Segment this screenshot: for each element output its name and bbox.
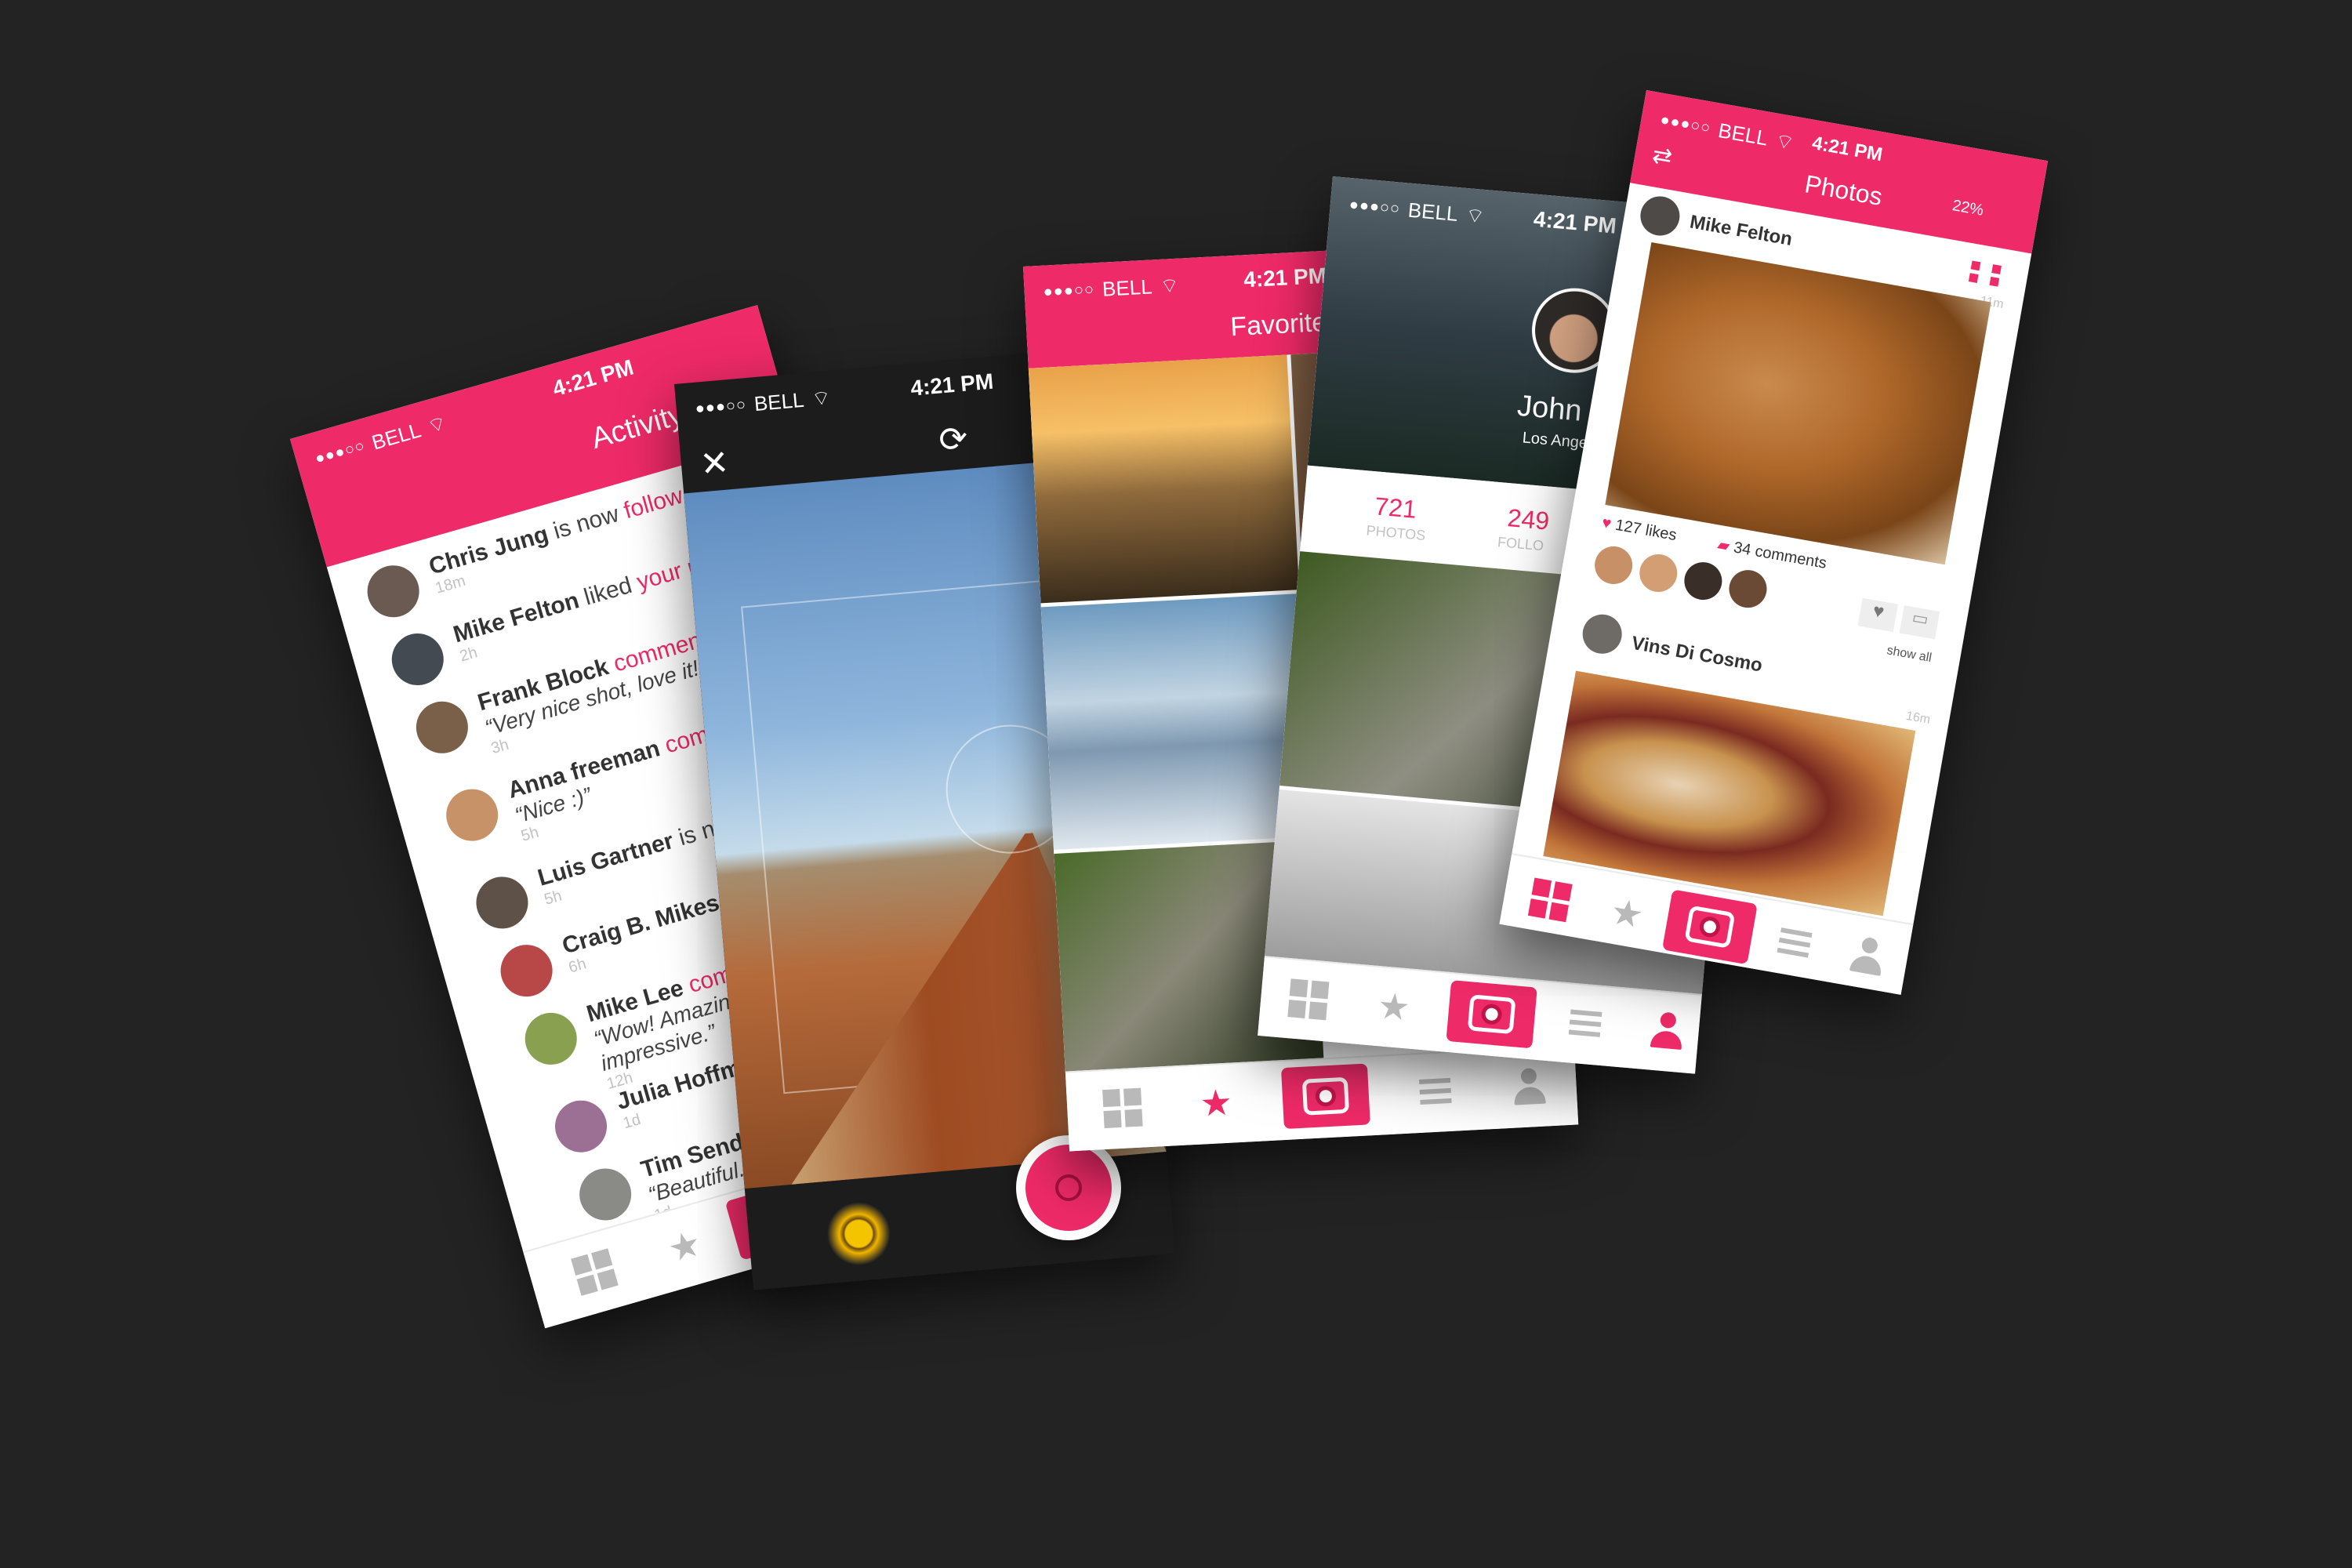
likes-count: 127 likes (1613, 516, 1679, 545)
tab-profile[interactable] (1841, 928, 1896, 983)
followers-label: FOLLO (1497, 534, 1544, 554)
star-icon: ★ (1199, 1081, 1234, 1124)
avatar (440, 782, 505, 848)
grid-icon (1102, 1087, 1143, 1128)
signal-indicator: ●●●○○ (313, 437, 368, 468)
gallery-thumbnail[interactable] (825, 1200, 893, 1268)
wifi-icon: ⌔ (1773, 128, 1797, 155)
close-icon[interactable]: ✕ (699, 442, 731, 485)
avatar (1681, 559, 1726, 603)
status-time: 4:21 PM (550, 354, 637, 401)
signal-indicator: ●●●○○ (1658, 111, 1713, 137)
tab-grid[interactable] (1523, 873, 1577, 927)
photos-label: PHOTOS (1365, 522, 1427, 544)
wifi-icon: ⌔ (424, 410, 450, 439)
wifi-icon: ⌔ (1159, 273, 1180, 298)
grid-icon (1527, 877, 1573, 922)
star-icon: ★ (663, 1221, 706, 1270)
tab-favorites[interactable]: ★ (1600, 886, 1655, 941)
star-icon: ★ (1376, 985, 1412, 1029)
avatar (494, 938, 559, 1003)
carrier-label: BELL (368, 418, 424, 455)
wifi-icon: ⌔ (1465, 203, 1486, 229)
status-time: 4:21 PM (909, 368, 995, 401)
grid-icon (570, 1247, 619, 1296)
grid-view-icon[interactable] (1968, 260, 2010, 288)
filter-icon[interactable]: ⇄ (1650, 141, 1675, 172)
tab-favorites[interactable]: ★ (1369, 981, 1420, 1032)
star-icon: ★ (1607, 890, 1647, 936)
camera-icon (1684, 905, 1736, 949)
camera-icon (1467, 994, 1516, 1035)
comment-icon: ▰ (1715, 535, 1731, 556)
carrier-label: BELL (1716, 118, 1770, 151)
tab-list[interactable] (1767, 916, 1822, 971)
avatar (1636, 551, 1681, 595)
avatar (470, 870, 535, 935)
signal-indicator: ●●●○○ (1348, 196, 1402, 218)
avatar (1637, 193, 1683, 239)
tab-profile[interactable] (1504, 1062, 1554, 1111)
list-icon (1777, 927, 1813, 958)
shutter-button[interactable] (1016, 1135, 1121, 1240)
wifi-icon: ⌔ (811, 385, 832, 411)
tab-camera[interactable] (1446, 980, 1537, 1049)
post-likes[interactable]: ♥ 127 likes (1600, 514, 1678, 545)
followers-count: 249 (1506, 503, 1551, 535)
list-icon (1418, 1077, 1452, 1105)
switch-camera-icon[interactable]: ⟳ (937, 419, 969, 461)
avatar (410, 695, 474, 760)
status-time: 4:21 PM (1243, 263, 1327, 292)
post-time: 16m (1904, 709, 1932, 727)
camera-icon (1301, 1076, 1350, 1116)
post-user: Mike Felton (1688, 211, 1795, 250)
page-title: Activity (587, 397, 688, 456)
user-icon (1650, 1011, 1685, 1050)
heart-icon: ♥ (1600, 514, 1613, 533)
tab-grid[interactable] (1098, 1083, 1147, 1132)
show-all-link[interactable]: show all (1886, 644, 1933, 666)
user-icon (1512, 1068, 1545, 1105)
avatar (549, 1094, 613, 1159)
photo-plane-wing[interactable] (1040, 593, 1312, 850)
photos-count: 721 (1374, 492, 1418, 524)
like-button[interactable]: ♥ (1857, 597, 1899, 633)
tab-favorites[interactable]: ★ (1192, 1078, 1241, 1127)
tab-camera[interactable] (1280, 1063, 1370, 1130)
avatar (385, 627, 450, 691)
signal-indicator: ●●●○○ (694, 396, 747, 418)
avatar (518, 1007, 583, 1071)
comments-count: 34 comments (1732, 539, 1828, 572)
photo-sunset-barn[interactable] (1028, 354, 1300, 604)
status-time: 4:21 PM (1532, 206, 1618, 238)
tab-list[interactable] (1410, 1066, 1460, 1116)
avatar (361, 559, 426, 624)
avatar (1579, 611, 1625, 657)
grid-icon (1287, 978, 1329, 1020)
tab-grid[interactable] (1283, 974, 1334, 1025)
tab-camera[interactable] (1661, 889, 1758, 965)
avatar (1726, 567, 1770, 611)
tab-favorites[interactable]: ★ (655, 1217, 713, 1275)
comment-button[interactable]: ▭ (1899, 605, 1940, 640)
tab-list[interactable] (1560, 998, 1611, 1049)
status-time: 4:21 PM (1810, 132, 1885, 166)
tab-grid[interactable] (565, 1243, 623, 1301)
avatar (573, 1162, 637, 1227)
carrier-label: BELL (1102, 274, 1153, 301)
battery-label: 22% (1951, 197, 1985, 220)
signal-indicator: ●●●○○ (1043, 281, 1095, 301)
post-user: Vins Di Cosmo (1629, 632, 1765, 677)
carrier-label: BELL (1406, 198, 1459, 227)
tab-profile[interactable] (1642, 1005, 1693, 1056)
grid-icon (1968, 260, 2010, 288)
user-icon (1849, 935, 1886, 976)
carrier-label: BELL (753, 387, 805, 416)
list-icon (1568, 1009, 1602, 1037)
avatar (1592, 543, 1635, 587)
